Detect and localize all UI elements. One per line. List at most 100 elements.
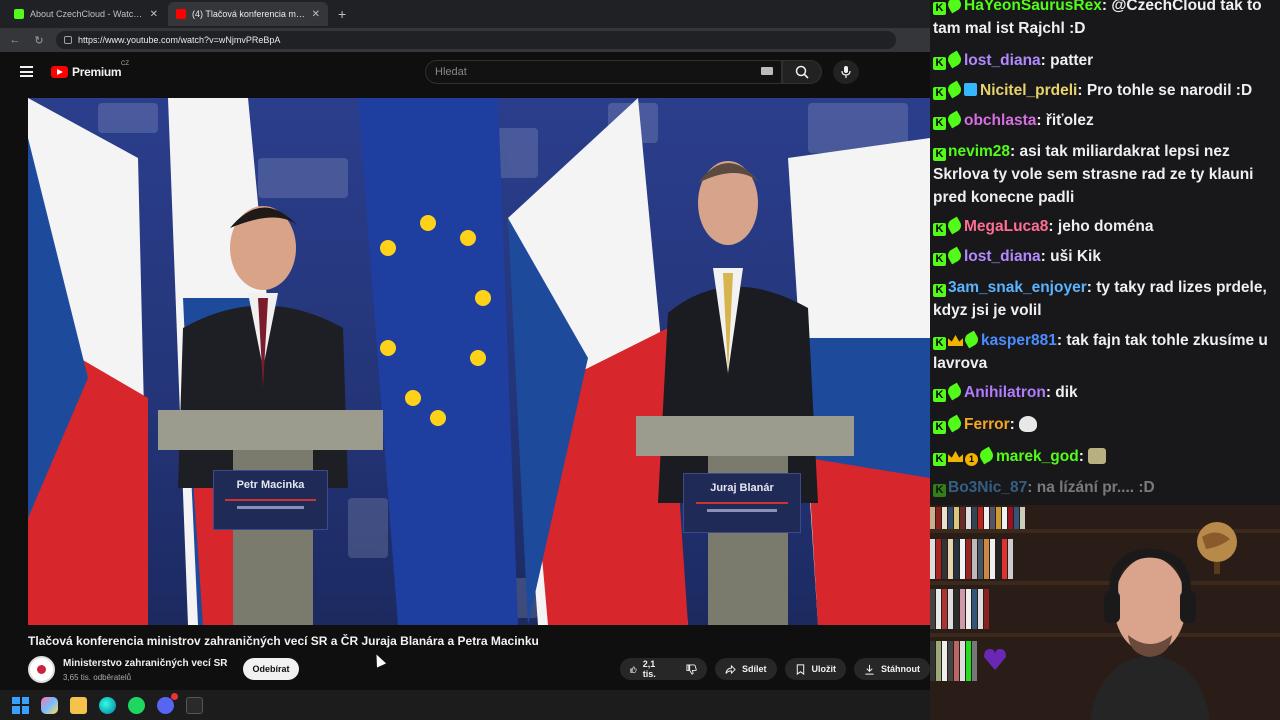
back-icon[interactable]: ← [8,34,22,46]
save-button[interactable]: Uložit [784,658,847,680]
subscribe-button[interactable]: Odebírat [243,658,299,680]
search-placeholder: Hledat [435,66,467,78]
search-icon [795,65,809,79]
podium-top-right [636,416,854,456]
chat-username[interactable]: HaYeonSaurusRex [964,0,1102,14]
chat-message: Klost_diana: patter [933,49,1273,72]
chat-username[interactable]: Anihilatron [964,384,1046,401]
chat-message: Kkasper881: tak fajn tak tohle zkusíme u… [933,330,1268,372]
file-explorer-icon[interactable] [70,696,87,714]
epic-games-icon[interactable] [186,696,203,714]
chat-text: řiťolez [1045,112,1094,129]
youtube-header: Premium CZ Hledat [0,52,930,92]
crown-badge-icon [948,451,963,462]
chat-username[interactable]: lost_diana [964,52,1041,69]
kick-badge-icon: K [933,253,946,266]
tab-kick[interactable]: About CzechCloud - Watch Live on ✕ [6,2,166,26]
chat-username[interactable]: kasper881 [981,332,1057,349]
video-player[interactable]: Petr Macinka Juraj Blanár [28,98,930,625]
number-one-badge-icon: 1 [965,453,978,466]
tab-bar: About CzechCloud - Watch Live on ✕ (4) T… [0,0,930,28]
chat-username[interactable]: Nicitel_prdeli [980,82,1077,99]
download-button[interactable]: Stáhnout [854,658,931,680]
url-field[interactable]: https://www.youtube.com/watch?v=wNjmvPRe… [56,31,896,49]
chat-username[interactable]: 3am_snak_enjoyer [948,279,1087,296]
chat-message: K Ferror: [933,413,1273,436]
pepe-emote-icon [1019,416,1038,432]
dislike-button[interactable] [676,658,707,680]
chat-username[interactable]: nevim28 [948,143,1010,160]
chat-text: dik [1055,384,1078,401]
taskbar [0,690,930,720]
leaf-badge-icon [945,382,964,401]
kick-badge-icon: K [933,2,946,15]
like-button[interactable]: 2,1 tis. [620,658,670,680]
chat-text: patter [1050,52,1094,69]
address-bar: ← ↻ https://www.youtube.com/watch?v=wNjm… [0,28,930,52]
search-input[interactable]: Hledat [425,60,782,84]
chat-username[interactable]: Ferror [964,416,1010,433]
kick-icon [14,9,24,19]
chat-message: Knevim28: asi tak miliardakrat lepsi nez… [933,143,1254,206]
youtube-play-icon [51,66,68,78]
region-label: CZ [121,61,129,67]
chat-username[interactable]: obchlasta [964,112,1036,129]
reload-icon[interactable]: ↻ [32,34,46,47]
microphone-icon [841,66,851,78]
leaf-badge-icon [945,216,964,235]
chat-message: K HaYeonSaurusRex: @CzechCloud tak to tam… [933,0,1273,40]
chat-username[interactable]: lost_diana [964,248,1041,265]
leaf-badge-icon [945,110,964,129]
close-icon[interactable]: ✕ [150,9,158,20]
chat-text: uši Kik [1050,248,1101,265]
edge-icon[interactable] [99,696,116,714]
led-light-decor [984,649,1006,670]
chat-username[interactable]: MegaLuca8 [964,218,1048,235]
channel-avatar[interactable] [28,656,55,683]
chat-text: Pro tohle se narodil :D [1086,82,1253,99]
discord-icon[interactable] [157,692,178,714]
chat-username[interactable]: Bo3Nic_87 [948,479,1027,496]
brand-label: Premium [72,65,122,79]
copilot-icon[interactable] [41,696,58,714]
channel-name[interactable]: Ministerstvo zahraničných vecí SR [63,658,228,669]
new-tab-button[interactable]: + [330,6,354,22]
close-icon[interactable]: ✕ [312,9,320,20]
youtube-icon [176,9,186,19]
kick-badge-icon: K [933,117,946,130]
thumbs-up-icon [630,665,637,673]
browser-window: About CzechCloud - Watch Live on ✕ (4) T… [0,0,931,690]
nameplate-right: Juraj Blanár [683,473,801,533]
chat-message: K Anihilatron: dik [933,381,1273,404]
site-info-icon[interactable] [64,36,72,44]
leaf-badge-icon [945,80,964,99]
subscriber-count: 3,65 tis. odběratelů [63,673,132,682]
save-label: Uložit [811,664,837,674]
share-button[interactable]: Sdílet [715,658,777,680]
chat-message: Klost_diana: uši Kik [933,245,1273,268]
download-label: Stáhnout [881,664,921,674]
tab-title: About CzechCloud - Watch Live on [30,9,144,19]
bookshelf-row [930,539,1013,579]
chat-username[interactable]: marek_god [996,448,1079,465]
webcam-overlay [930,505,1280,720]
video-actions: 2,1 tis. Sdílet Uložit Stáhnout [620,658,931,680]
voice-search-button[interactable] [833,60,859,84]
notification-badge [171,692,178,700]
kick-badge-icon: K [933,87,946,100]
mouse-cursor [371,652,387,668]
chat-message: K 3am_snak_enjoyer: ty taky rad lizes prd… [933,279,1267,319]
spotify-icon[interactable] [128,696,145,714]
tab-youtube[interactable]: (4) Tlačová konferencia minist ✕ [168,2,328,26]
streamer-person [1090,548,1210,720]
nameplate-subtitle [707,509,777,512]
youtube-logo[interactable]: Premium CZ [51,61,129,79]
nameplate-divider [695,502,789,504]
chat-message: K MegaLuca8: jeho doména [933,215,1273,238]
windows-start-icon[interactable] [12,696,29,714]
leaf-badge-icon [945,50,964,69]
kick-badge-icon: K [933,484,946,497]
search-button[interactable] [782,60,822,84]
keyboard-icon[interactable] [761,67,773,75]
hamburger-menu-icon[interactable] [20,66,33,77]
